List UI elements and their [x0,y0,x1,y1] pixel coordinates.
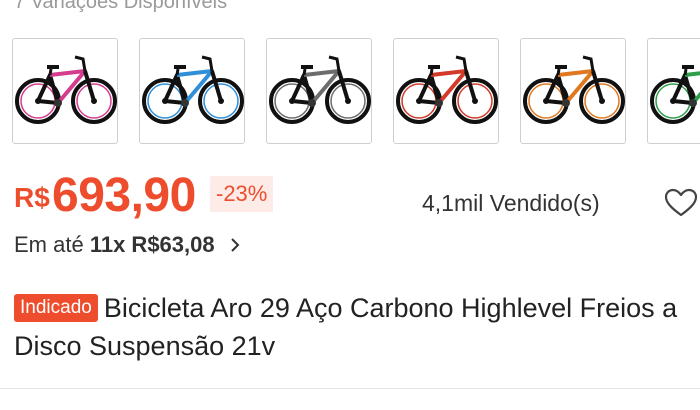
price-currency: R$ [14,182,50,213]
bicycle-icon [15,55,117,124]
product-title-block: Indicado Bicicleta Aro 29 Aço Carbono Hig… [14,289,694,365]
price-row: R$ 693,90 -23% 4,1mil Vendido(s) [14,168,698,228]
product-title: Bicicleta Aro 29 Aço Carbono Highlevel F… [14,293,678,361]
variant-thumb-bike-green[interactable] [647,38,700,144]
bicycle-icon [142,55,244,124]
bicycle-icon [523,55,625,124]
variant-thumb-bike-gray[interactable] [266,38,372,144]
installments-row[interactable]: Em até 11x R$63,08 [14,232,241,258]
installments-value: 11x R$63,08 [89,232,215,257]
variants-label: 7 Variações Disponíveis [14,0,228,13]
variant-thumbnails [12,38,700,148]
installments-prefix: Em até [14,232,84,257]
indicated-badge: Indicado [14,294,98,322]
variant-thumb-bike-pink[interactable] [12,38,118,144]
variant-thumb-bike-red[interactable] [393,38,499,144]
divider [0,388,700,389]
heart-icon[interactable] [664,188,698,218]
bicycle-icon [269,55,371,124]
variant-thumb-bike-blue[interactable] [139,38,245,144]
price-value: 693,90 [52,169,196,222]
sold-count: 4,1mil Vendido(s) [422,190,600,216]
discount-badge: -23% [210,176,274,212]
bicycle-icon [396,55,498,124]
bicycle-icon [650,65,700,124]
chevron-right-icon [229,233,241,258]
variant-thumb-bike-orange[interactable] [520,38,626,144]
